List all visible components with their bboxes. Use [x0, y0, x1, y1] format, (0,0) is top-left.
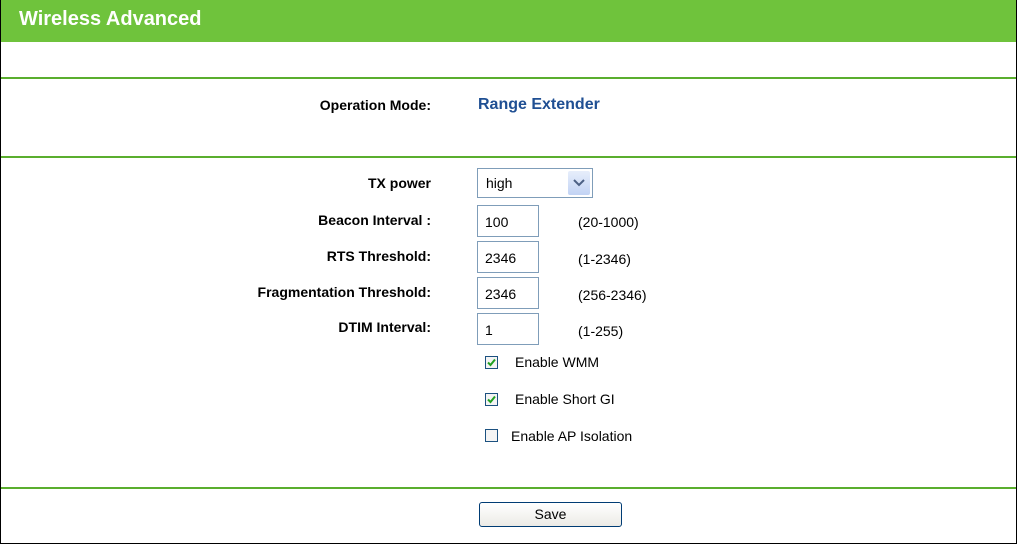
dtim-interval-label: DTIM Interval: — [338, 319, 431, 335]
rts-threshold-input[interactable]: 2346 — [477, 241, 539, 273]
fragmentation-threshold-label: Fragmentation Threshold: — [257, 284, 431, 300]
enable-short-gi-checkbox[interactable] — [485, 393, 498, 406]
divider — [1, 156, 1016, 158]
divider — [1, 77, 1016, 79]
beacon-interval-input[interactable]: 100 — [477, 205, 539, 237]
operation-mode-value: Range Extender — [478, 96, 600, 113]
page-title: Wireless Advanced — [19, 8, 202, 30]
tx-power-label: TX power — [367, 175, 431, 191]
fragmentation-threshold-range: (256-2346) — [578, 287, 647, 303]
tx-power-selected: high — [486, 175, 513, 191]
rts-threshold-label: RTS Threshold: — [326, 248, 431, 264]
enable-ap-isolation-checkbox[interactable] — [485, 429, 498, 442]
enable-wmm-label: Enable WMM — [515, 354, 600, 370]
enable-wmm-checkbox[interactable] — [485, 356, 498, 369]
chevron-down-icon[interactable] — [568, 171, 590, 195]
divider — [1, 487, 1016, 489]
beacon-interval-range: (20-1000) — [578, 214, 639, 230]
enable-ap-isolation-label: Enable AP Isolation — [511, 428, 633, 444]
save-button[interactable]: Save — [479, 502, 622, 527]
beacon-interval-label: Beacon Interval : — [318, 212, 431, 228]
fragmentation-threshold-input[interactable]: 2346 — [477, 277, 539, 309]
tx-power-select[interactable]: high — [477, 168, 593, 198]
rts-threshold-range: (1-2346) — [578, 251, 631, 267]
operation-mode-label: Operation Mode: — [319, 97, 431, 113]
dtim-interval-range: (1-255) — [578, 323, 624, 339]
enable-short-gi-label: Enable Short GI — [515, 391, 615, 407]
header-bar: Wireless Advanced — [1, 0, 1016, 42]
dtim-interval-input[interactable]: 1 — [477, 313, 539, 345]
